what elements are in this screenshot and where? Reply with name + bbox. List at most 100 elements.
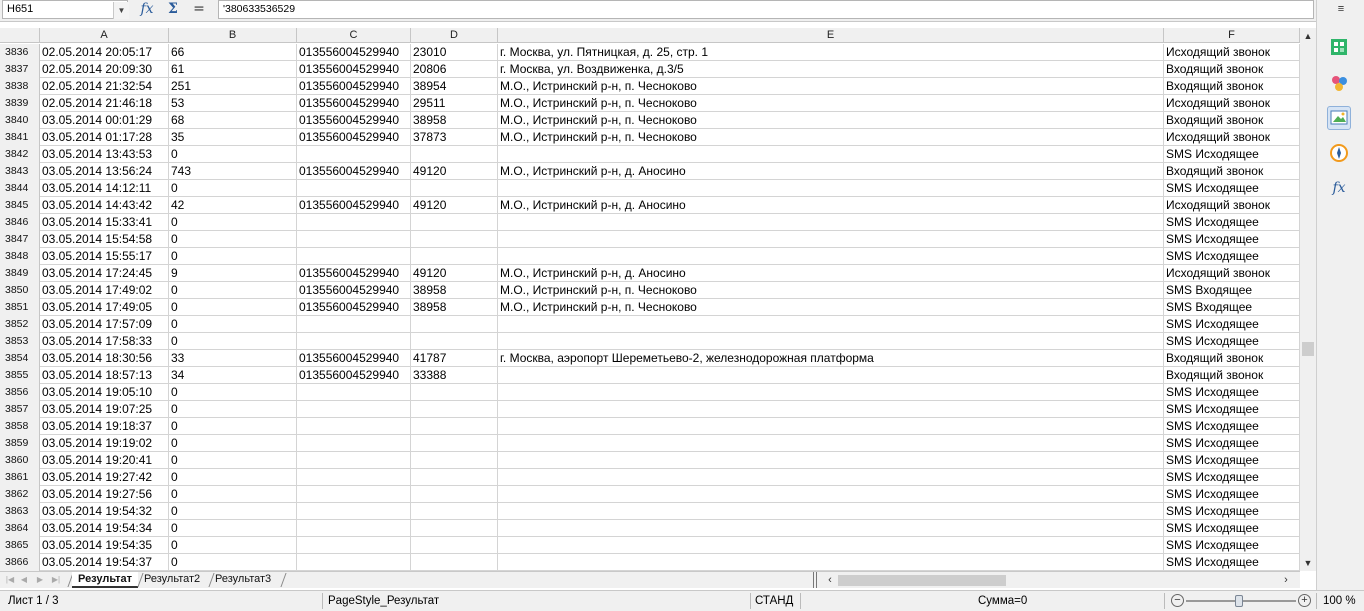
cell-f[interactable]: SMS Исходящее bbox=[1164, 231, 1300, 248]
cell-e[interactable] bbox=[498, 469, 1164, 486]
formula-input[interactable]: '380633536529 bbox=[218, 0, 1314, 19]
sidebar-resize-handle[interactable] bbox=[1313, 270, 1316, 306]
cell-c[interactable] bbox=[297, 503, 411, 520]
cell-e[interactable] bbox=[498, 520, 1164, 537]
column-header-f[interactable]: F bbox=[1164, 28, 1300, 43]
cell-b[interactable]: 0 bbox=[169, 537, 297, 554]
cell-d[interactable] bbox=[411, 248, 498, 265]
row-header[interactable]: 3845 bbox=[0, 197, 40, 214]
cell-d[interactable] bbox=[411, 333, 498, 350]
cell-d[interactable]: 41787 bbox=[411, 350, 498, 367]
cell-a[interactable]: 03.05.2014 15:54:58 bbox=[40, 231, 169, 248]
zoom-slider-knob[interactable] bbox=[1235, 595, 1243, 607]
cell-f[interactable]: Исходящий звонок bbox=[1164, 197, 1300, 214]
cell-e[interactable] bbox=[498, 180, 1164, 197]
chevron-down-icon[interactable]: ▼ bbox=[113, 2, 129, 19]
cell-b[interactable]: 0 bbox=[169, 554, 297, 571]
cell-d[interactable]: 49120 bbox=[411, 163, 498, 180]
cell-c[interactable]: 013556004529940 bbox=[297, 197, 411, 214]
cell-e[interactable]: М.О., Истринский р-н, д. Аносино bbox=[498, 265, 1164, 282]
cell-c[interactable]: 013556004529940 bbox=[297, 350, 411, 367]
cell-e[interactable] bbox=[498, 146, 1164, 163]
cell-f[interactable]: SMS Исходящее bbox=[1164, 452, 1300, 469]
sum-indicator[interactable]: Сумма=0 bbox=[978, 591, 1027, 611]
cell-b[interactable]: 251 bbox=[169, 78, 297, 95]
styles-icon[interactable] bbox=[1327, 72, 1351, 96]
cell-f[interactable]: SMS Входящее bbox=[1164, 282, 1300, 299]
cell-grid[interactable]: A B C D E F 3836 02.05.2014 20:05:17 66 013… bbox=[0, 28, 1300, 571]
cell-c[interactable]: 013556004529940 bbox=[297, 299, 411, 316]
cell-c[interactable] bbox=[297, 418, 411, 435]
cell-d[interactable] bbox=[411, 231, 498, 248]
cell-c[interactable] bbox=[297, 248, 411, 265]
cell-d[interactable]: 38958 bbox=[411, 299, 498, 316]
cell-c[interactable] bbox=[297, 146, 411, 163]
gallery-icon[interactable] bbox=[1327, 106, 1351, 130]
cell-f[interactable]: Входящий звонок bbox=[1164, 78, 1300, 95]
cell-a[interactable]: 03.05.2014 17:24:45 bbox=[40, 265, 169, 282]
cell-d[interactable] bbox=[411, 214, 498, 231]
cell-e[interactable] bbox=[498, 554, 1164, 571]
cell-c[interactable] bbox=[297, 333, 411, 350]
row-header[interactable]: 3860 bbox=[0, 452, 40, 469]
tab-rezultat2[interactable]: Результат2 bbox=[138, 572, 206, 588]
cell-d[interactable] bbox=[411, 486, 498, 503]
row-header[interactable]: 3856 bbox=[0, 384, 40, 401]
cell-c[interactable]: 013556004529940 bbox=[297, 112, 411, 129]
previous-sheet-icon[interactable]: ◀ bbox=[18, 574, 30, 586]
cell-c[interactable]: 013556004529940 bbox=[297, 61, 411, 78]
zoom-out-icon[interactable]: − bbox=[1171, 594, 1184, 607]
page-style[interactable]: PageStyle_Результат bbox=[328, 591, 439, 611]
cell-a[interactable]: 03.05.2014 13:43:53 bbox=[40, 146, 169, 163]
cell-c[interactable]: 013556004529940 bbox=[297, 129, 411, 146]
zoom-in-icon[interactable]: + bbox=[1298, 594, 1311, 607]
name-box[interactable]: H651 ▼ bbox=[2, 0, 129, 19]
row-header[interactable]: 3840 bbox=[0, 112, 40, 129]
cell-b[interactable]: 0 bbox=[169, 146, 297, 163]
cell-e[interactable] bbox=[498, 316, 1164, 333]
row-header[interactable]: 3863 bbox=[0, 503, 40, 520]
cell-b[interactable]: 0 bbox=[169, 486, 297, 503]
cell-b[interactable]: 35 bbox=[169, 129, 297, 146]
next-sheet-icon[interactable]: ▶ bbox=[34, 574, 46, 586]
cell-a[interactable]: 03.05.2014 17:57:09 bbox=[40, 316, 169, 333]
cell-e[interactable] bbox=[498, 248, 1164, 265]
cell-c[interactable]: 013556004529940 bbox=[297, 367, 411, 384]
cell-a[interactable]: 02.05.2014 20:09:30 bbox=[40, 61, 169, 78]
cell-e[interactable] bbox=[498, 418, 1164, 435]
cell-f[interactable]: Входящий звонок bbox=[1164, 61, 1300, 78]
cell-a[interactable]: 03.05.2014 19:20:41 bbox=[40, 452, 169, 469]
cell-a[interactable]: 03.05.2014 00:01:29 bbox=[40, 112, 169, 129]
row-header[interactable]: 3857 bbox=[0, 401, 40, 418]
cell-d[interactable] bbox=[411, 537, 498, 554]
cell-a[interactable]: 03.05.2014 17:49:05 bbox=[40, 299, 169, 316]
tab-split-handle[interactable] bbox=[813, 572, 817, 588]
cell-b[interactable]: 0 bbox=[169, 231, 297, 248]
row-header[interactable]: 3852 bbox=[0, 316, 40, 333]
cell-a[interactable]: 03.05.2014 14:43:42 bbox=[40, 197, 169, 214]
cell-f[interactable]: SMS Исходящее bbox=[1164, 554, 1300, 571]
cell-b[interactable]: 34 bbox=[169, 367, 297, 384]
row-header[interactable]: 3859 bbox=[0, 435, 40, 452]
cell-f[interactable]: SMS Исходящее bbox=[1164, 248, 1300, 265]
cell-e[interactable] bbox=[498, 452, 1164, 469]
cell-e[interactable] bbox=[498, 384, 1164, 401]
cell-e[interactable] bbox=[498, 503, 1164, 520]
cell-c[interactable] bbox=[297, 231, 411, 248]
cell-e[interactable] bbox=[498, 435, 1164, 452]
cell-e[interactable]: М.О., Истринский р-н, п. Чесноково bbox=[498, 129, 1164, 146]
cell-d[interactable] bbox=[411, 520, 498, 537]
cell-e[interactable] bbox=[498, 486, 1164, 503]
cell-c[interactable] bbox=[297, 554, 411, 571]
row-header[interactable]: 3847 bbox=[0, 231, 40, 248]
column-header-a[interactable]: A bbox=[40, 28, 169, 43]
cell-f[interactable]: SMS Исходящее bbox=[1164, 418, 1300, 435]
cell-f[interactable]: SMS Исходящее bbox=[1164, 180, 1300, 197]
cell-e[interactable] bbox=[498, 214, 1164, 231]
cell-a[interactable]: 03.05.2014 15:55:17 bbox=[40, 248, 169, 265]
cell-a[interactable]: 03.05.2014 17:49:02 bbox=[40, 282, 169, 299]
cell-b[interactable]: 0 bbox=[169, 248, 297, 265]
cell-d[interactable] bbox=[411, 384, 498, 401]
row-header[interactable]: 3848 bbox=[0, 248, 40, 265]
cell-b[interactable]: 0 bbox=[169, 316, 297, 333]
